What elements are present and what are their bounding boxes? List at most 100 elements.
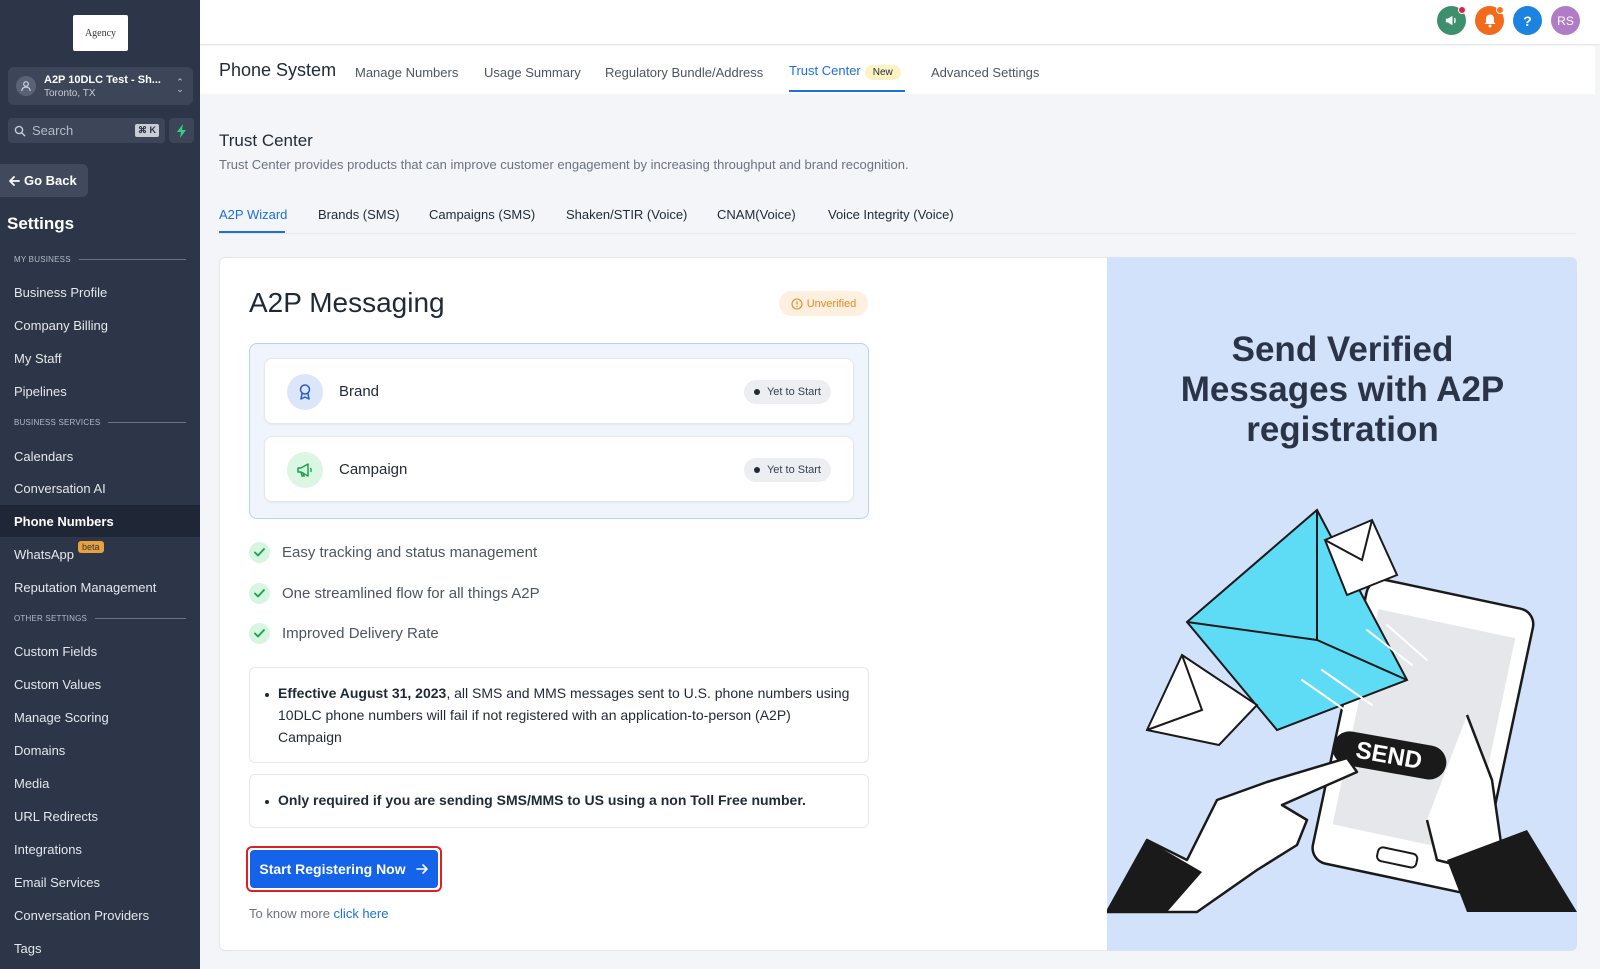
notification-dot (1496, 6, 1504, 14)
settings-title: Settings (7, 214, 75, 233)
bell-icon[interactable] (1475, 6, 1504, 35)
cta-label: Start Registering Now (259, 861, 406, 877)
sidebar-item-url-redirects[interactable]: URL Redirects (0, 800, 200, 832)
active-inner-tab-indicator (219, 231, 285, 233)
sidebar-item-media[interactable]: Media (0, 767, 200, 799)
search-input[interactable]: Search ⌘ K (8, 118, 165, 143)
help-glyph: ? (1523, 12, 1532, 29)
bolt-icon (176, 123, 186, 138)
sidebar-item-manage-scoring[interactable]: Manage Scoring (0, 701, 200, 733)
sidebar-item-pipelines[interactable]: Pipelines (0, 375, 200, 407)
sidebar-item-custom-fields[interactable]: Custom Fields (0, 635, 200, 667)
know-more-text: To know more (249, 906, 330, 921)
know-more: To know more click here (249, 906, 388, 921)
step-campaign[interactable]: Campaign Yet to Start (264, 436, 854, 502)
chevron-updown-icon: ⌃ ⌄ (176, 77, 184, 94)
go-back-label: Go Back (24, 173, 77, 188)
section-other-settings: OTHER SETTINGS (14, 614, 186, 623)
page-title: Phone System (219, 60, 337, 80)
user-avatar[interactable]: RS (1551, 6, 1580, 35)
tab-regulatory-bundle[interactable]: Regulatory Bundle/Address (605, 65, 763, 80)
sidebar-item-domains[interactable]: Domains (0, 734, 200, 766)
sidebar: Agency A2P 10DLC Test - Sh... Toronto, T… (0, 0, 200, 969)
award-icon (287, 374, 323, 410)
feature-item: Improved Delivery Rate (249, 623, 439, 644)
go-back-button[interactable]: Go Back (0, 164, 88, 197)
location-name: A2P 10DLC Test - Sh... (44, 73, 161, 86)
section-my-business: MY BUSINESS (14, 255, 186, 264)
info-icon (791, 297, 803, 310)
check-icon (249, 583, 270, 604)
sidebar-item-company-billing[interactable]: Company Billing (0, 309, 200, 341)
step-campaign-label: Campaign (339, 461, 408, 478)
check-icon (249, 623, 270, 644)
sidebar-item-calendars[interactable]: Calendars (0, 440, 200, 472)
feature-text: One streamlined flow for all things A2P (282, 585, 540, 602)
sidebar-item-business-profile[interactable]: Business Profile (0, 276, 200, 308)
agency-logo[interactable]: Agency (73, 15, 128, 51)
tab-advanced-settings[interactable]: Advanced Settings (931, 65, 1039, 80)
trust-center-title: Trust Center (219, 131, 313, 150)
hero-title: Send Verified Messages with A2P registra… (1180, 330, 1505, 449)
new-badge: New (864, 65, 901, 80)
start-registering-button[interactable]: Start Registering Now (250, 850, 438, 888)
arrow-right-icon (415, 864, 428, 874)
tab-cnam[interactable]: CNAM(Voice) (717, 207, 796, 222)
arrow-left-icon (9, 175, 20, 186)
sidebar-item-whatsapp[interactable]: WhatsApp beta (0, 538, 200, 570)
step-campaign-status: Yet to Start (743, 458, 831, 482)
top-bar: ? RS (200, 0, 1600, 45)
status-label: Unverified (806, 297, 857, 310)
send-message-illustration: SEND (1107, 508, 1577, 914)
step-brand-status: Yet to Start (743, 380, 831, 404)
sidebar-item-email-services[interactable]: Email Services (0, 866, 200, 898)
tab-manage-numbers[interactable]: Manage Numbers (355, 65, 458, 80)
help-icon[interactable]: ? (1513, 6, 1542, 35)
location-icon (16, 76, 36, 96)
feature-item: One streamlined flow for all things A2P (249, 583, 540, 604)
feature-text: Easy tracking and status management (282, 544, 538, 561)
sidebar-item-conversation-ai[interactable]: Conversation AI (0, 472, 200, 504)
compliance-notice: Effective August 31, 2023, all SMS and M… (249, 667, 869, 763)
tab-brands-sms[interactable]: Brands (SMS) (318, 207, 400, 222)
status-badge: Unverified (779, 291, 868, 316)
sidebar-item-my-staff[interactable]: My Staff (0, 342, 200, 374)
logo-text: Agency (84, 27, 117, 39)
sidebar-item-reputation-management[interactable]: Reputation Management (0, 571, 200, 603)
sidebar-item-conversation-providers[interactable]: Conversation Providers (0, 899, 200, 931)
sidebar-item-custom-values[interactable]: Custom Values (0, 668, 200, 700)
step-brand-label: Brand (339, 383, 380, 400)
trust-center-description: Trust Center provides products that can … (219, 157, 909, 172)
active-tab-indicator (789, 90, 905, 92)
click-here-link[interactable]: click here (334, 906, 389, 921)
megaphone-icon[interactable] (1437, 6, 1466, 35)
tab-usage-summary[interactable]: Usage Summary (484, 65, 581, 80)
feature-item: Easy tracking and status management (249, 542, 537, 563)
tab-a2p-wizard[interactable]: A2P Wizard (219, 207, 287, 222)
avatar-initials: RS (1557, 13, 1574, 28)
beta-badge: beta (77, 541, 104, 553)
step-brand[interactable]: Brand Yet to Start (264, 358, 854, 424)
search-icon (14, 125, 26, 136)
notice-bold-date: Effective August 31, 2023 (278, 685, 447, 701)
sidebar-item-tags[interactable]: Tags (0, 932, 200, 964)
tab-trust-center-label: Trust Center (789, 63, 861, 78)
location-city: Toronto, TX (44, 87, 96, 99)
sidebar-item-phone-numbers[interactable]: Phone Numbers (0, 505, 200, 537)
search-placeholder: Search (32, 123, 74, 138)
feature-text: Improved Delivery Rate (282, 625, 439, 642)
section-business-services: BUSINESS SERVICES (14, 418, 186, 427)
tab-trust-center[interactable]: Trust Center New (789, 63, 901, 80)
phone-system-nav: Phone System Manage Numbers Usage Summar… (200, 46, 1595, 94)
sidebar-item-integrations[interactable]: Integrations (0, 833, 200, 865)
notice-text: Only required if you are sending SMS/MMS… (278, 792, 806, 808)
tab-voice-integrity[interactable]: Voice Integrity (Voice) (828, 207, 954, 222)
tab-campaigns-sms[interactable]: Campaigns (SMS) (429, 207, 535, 222)
quick-actions-button[interactable] (169, 118, 194, 143)
toll-free-notice: Only required if you are sending SMS/MMS… (249, 774, 869, 828)
location-switcher[interactable]: A2P 10DLC Test - Sh... Toronto, TX ⌃ ⌄ (8, 67, 193, 105)
notification-dot (1458, 6, 1466, 14)
a2p-title: A2P Messaging (249, 287, 445, 318)
megaphone-icon (287, 452, 323, 488)
tab-shaken-stir[interactable]: Shaken/STIR (Voice) (566, 207, 687, 222)
